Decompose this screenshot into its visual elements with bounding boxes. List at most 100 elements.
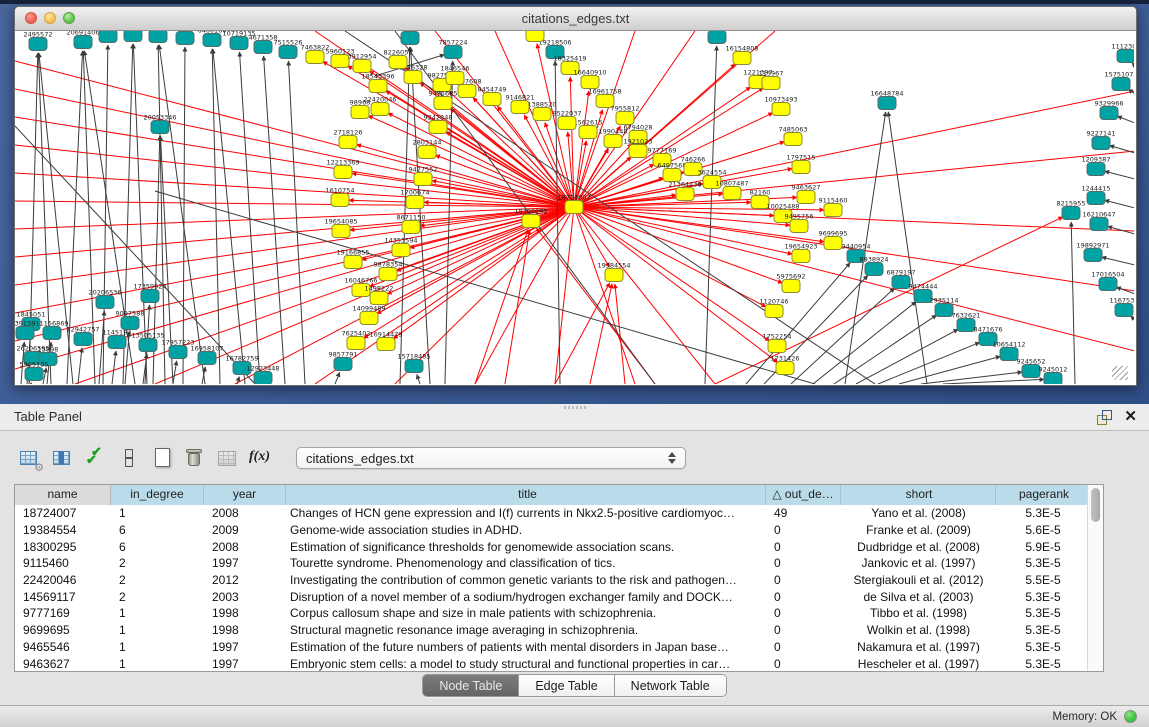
graph-node[interactable] [149, 31, 167, 43]
graph-node[interactable] [733, 52, 751, 65]
graph-node[interactable] [824, 204, 842, 217]
graph-edge[interactable] [159, 45, 205, 384]
column-header-year[interactable]: year [204, 485, 286, 505]
graph-node[interactable] [762, 77, 780, 90]
table-cell[interactable]: Franke et al. (2009) [841, 523, 996, 537]
row-height-icon[interactable] [115, 445, 142, 471]
graph-node[interactable] [339, 136, 357, 149]
delete-trash-icon[interactable] [181, 445, 208, 471]
graph-node[interactable] [1087, 192, 1105, 205]
table-cell[interactable]: 5.3E-5 [996, 606, 1090, 620]
graph-node[interactable] [772, 103, 790, 116]
select-all-check-icon[interactable] [82, 445, 109, 471]
graph-node[interactable] [401, 32, 419, 45]
close-panel-icon[interactable]: ✕ [1124, 404, 1137, 430]
table-cell[interactable]: 2 [111, 573, 204, 587]
graph-node[interactable] [790, 220, 808, 233]
graph-edge[interactable] [264, 56, 285, 384]
graph-node[interactable] [405, 360, 423, 373]
graph-node[interactable] [765, 305, 783, 318]
table-cell[interactable]: Hescheler et al. (1997) [841, 657, 996, 671]
graph-edge[interactable] [574, 207, 770, 341]
graph-edge[interactable] [878, 342, 980, 384]
graph-node[interactable] [402, 221, 420, 234]
graph-node[interactable] [792, 161, 810, 174]
graph-edge[interactable] [574, 207, 778, 363]
graph-node[interactable] [1100, 107, 1118, 120]
graph-edge[interactable] [417, 375, 420, 384]
import-table-icon[interactable] [214, 445, 241, 471]
graph-node[interactable] [254, 372, 272, 385]
graph-node[interactable] [565, 201, 583, 214]
table-cell[interactable]: 6 [111, 540, 204, 554]
graph-node[interactable] [533, 108, 551, 121]
tab-node-table[interactable]: Node Table [423, 675, 519, 696]
graph-node[interactable] [414, 173, 432, 186]
column-visibility-icon[interactable] [49, 445, 76, 471]
graph-node[interactable] [1000, 348, 1018, 361]
graph-node[interactable] [25, 368, 43, 381]
graph-node[interactable] [1044, 373, 1062, 385]
table-cell[interactable]: Jankovic et al. (1997) [841, 556, 996, 570]
column-header-out_de[interactable]: △ out_de… [766, 485, 841, 505]
graph-node[interactable] [16, 327, 34, 340]
graph-node[interactable] [353, 60, 371, 73]
graph-node[interactable] [379, 268, 397, 281]
graph-node[interactable] [29, 38, 47, 51]
table-cell[interactable]: Tourette syndrome. Phenomenology and cla… [286, 556, 766, 570]
graph-edge[interactable] [574, 207, 1134, 351]
table-options-icon[interactable] [16, 445, 43, 471]
table-cell[interactable]: 0 [766, 606, 841, 620]
table-cell[interactable]: Estimation of significance thresholds fo… [286, 540, 766, 554]
table-cell[interactable]: Wolkin et al. (1998) [841, 623, 996, 637]
graph-node[interactable] [434, 97, 452, 110]
graph-edge[interactable] [1071, 222, 1075, 384]
graph-node[interactable] [344, 256, 362, 269]
graph-node[interactable] [776, 362, 794, 375]
graph-edge[interactable] [15, 117, 574, 207]
graph-node[interactable] [418, 146, 436, 159]
graph-node[interactable] [824, 237, 842, 250]
table-cell[interactable]: 9463627 [15, 657, 111, 671]
table-cell[interactable]: Disruption of a novel member of a sodium… [286, 590, 766, 604]
table-cell[interactable]: Yano et al. (2008) [841, 506, 996, 520]
table-cell[interactable]: 0 [766, 573, 841, 587]
table-row[interactable]: 2242004622012Investigating the contribut… [15, 572, 1090, 589]
graph-node[interactable] [176, 32, 194, 45]
table-cell[interactable]: 1997 [204, 556, 286, 570]
table-selector-dropdown[interactable]: citations_edges.txt [296, 447, 686, 469]
graph-node[interactable] [332, 225, 350, 238]
graph-edge[interactable] [1132, 63, 1134, 66]
graph-node[interactable] [957, 319, 975, 332]
graph-node[interactable] [406, 196, 424, 209]
graph-node[interactable] [370, 292, 388, 305]
graph-node[interactable] [74, 36, 92, 49]
graph-node[interactable] [1090, 218, 1108, 231]
window-titlebar[interactable]: citations_edges.txt [15, 7, 1136, 31]
graph-edge[interactable] [357, 144, 574, 207]
table-cell[interactable]: 2003 [204, 590, 286, 604]
table-cell[interactable]: 5.5E-5 [996, 573, 1090, 587]
table-cell[interactable]: 18724007 [15, 506, 111, 520]
graph-node[interactable] [444, 46, 462, 59]
table-cell[interactable]: Investigating the contribution of common… [286, 573, 766, 587]
table-cell[interactable]: 2008 [204, 540, 286, 554]
graph-node[interactable] [124, 31, 142, 42]
graph-node[interactable] [139, 339, 157, 352]
graph-node[interactable] [1099, 278, 1117, 291]
column-header-name[interactable]: name [15, 485, 111, 505]
table-cell[interactable]: Tibbo et al. (1998) [841, 606, 996, 620]
graph-node[interactable] [96, 296, 114, 309]
graph-node[interactable] [1084, 249, 1102, 262]
table-cell[interactable]: 1 [111, 623, 204, 637]
vertical-scrollbar[interactable] [1087, 485, 1103, 671]
network-window[interactable]: citations_edges.txt 18724007249557220691… [14, 6, 1137, 386]
table-row[interactable]: 1938455462009Genome-wide association stu… [15, 522, 1090, 539]
graph-edge[interactable] [1105, 200, 1134, 208]
graph-node[interactable] [797, 191, 815, 204]
graph-node[interactable] [579, 126, 597, 139]
graph-node[interactable] [203, 34, 221, 47]
graph-edge[interactable] [78, 348, 82, 384]
table-cell[interactable]: 0 [766, 623, 841, 637]
graph-node[interactable] [108, 336, 126, 349]
